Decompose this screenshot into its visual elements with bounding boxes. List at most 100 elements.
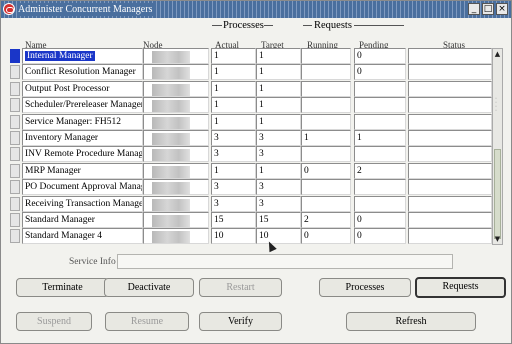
- cell-running[interactable]: [301, 146, 351, 163]
- scroll-down-arrow-icon[interactable]: ▼: [493, 234, 502, 244]
- cell-pending[interactable]: 2: [354, 162, 406, 179]
- cell-running[interactable]: [301, 113, 351, 130]
- cell-actual[interactable]: 1: [211, 48, 256, 64]
- close-button[interactable]: ×: [496, 3, 508, 15]
- table-row[interactable]: Standard Manager 15 15 2 0: [9, 212, 492, 228]
- requests-button[interactable]: Requests: [415, 277, 506, 298]
- cell-name[interactable]: Conflict Resolution Manager: [22, 64, 143, 81]
- cell-target[interactable]: 3: [256, 195, 301, 212]
- cell-actual[interactable]: 1: [211, 80, 256, 97]
- cell-node[interactable]: [143, 130, 209, 146]
- cell-name[interactable]: Inventory Manager: [22, 130, 143, 146]
- cell-node[interactable]: [143, 179, 209, 196]
- cell-target[interactable]: 1: [256, 162, 301, 179]
- cell-status[interactable]: [408, 48, 492, 64]
- cell-status[interactable]: [408, 146, 492, 163]
- cell-target[interactable]: 1: [256, 97, 301, 114]
- cell-actual[interactable]: 1: [211, 64, 256, 81]
- cell-pending[interactable]: [354, 195, 406, 212]
- record-selector[interactable]: [10, 180, 20, 195]
- cell-pending[interactable]: 0: [354, 64, 406, 81]
- cell-status[interactable]: [408, 80, 492, 97]
- cell-target[interactable]: 15: [256, 212, 301, 228]
- cell-pending[interactable]: [354, 80, 406, 97]
- table-row[interactable]: Internal Manager 1 1 0: [9, 48, 492, 64]
- scroll-thumb[interactable]: [494, 149, 501, 239]
- cell-target[interactable]: 1: [256, 64, 301, 81]
- cell-running[interactable]: [301, 97, 351, 114]
- scroll-up-arrow-icon[interactable]: ▲: [493, 49, 502, 59]
- cell-name[interactable]: Receiving Transaction Manager: [22, 195, 143, 212]
- cell-node[interactable]: [143, 113, 209, 130]
- cell-running[interactable]: [301, 179, 351, 196]
- record-selector[interactable]: [10, 65, 20, 80]
- cell-node[interactable]: [143, 212, 209, 228]
- record-selector[interactable]: [10, 81, 20, 96]
- cell-status[interactable]: [408, 228, 492, 245]
- cell-actual[interactable]: 15: [211, 212, 256, 228]
- cell-name[interactable]: PO Document Approval Manager: [22, 179, 143, 196]
- cell-actual[interactable]: 3: [211, 179, 256, 196]
- cell-target[interactable]: 1: [256, 80, 301, 97]
- cell-node[interactable]: [143, 195, 209, 212]
- cell-node[interactable]: [143, 97, 209, 114]
- record-selector[interactable]: [10, 163, 20, 178]
- resume-button[interactable]: Resume: [105, 312, 189, 331]
- cell-node[interactable]: [143, 48, 209, 64]
- cell-actual[interactable]: 10: [211, 228, 256, 245]
- cell-running[interactable]: [301, 80, 351, 97]
- table-row[interactable]: Conflict Resolution Manager 1 1 0: [9, 64, 492, 81]
- cell-status[interactable]: [408, 64, 492, 81]
- cell-running[interactable]: [301, 48, 351, 64]
- table-row[interactable]: PO Document Approval Manager 3 3: [9, 179, 492, 196]
- cell-status[interactable]: [408, 97, 492, 114]
- cell-pending[interactable]: [354, 146, 406, 163]
- table-row[interactable]: Output Post Processor 1 1: [9, 80, 492, 97]
- cell-target[interactable]: 10: [256, 228, 301, 245]
- table-row[interactable]: Standard Manager 4 10 10 0 0: [9, 228, 492, 245]
- cell-pending[interactable]: 0: [354, 212, 406, 228]
- cell-node[interactable]: [143, 162, 209, 179]
- cell-name[interactable]: Standard Manager: [22, 212, 143, 228]
- cell-actual[interactable]: 1: [211, 97, 256, 114]
- refresh-button[interactable]: Refresh: [346, 312, 476, 331]
- cell-pending[interactable]: [354, 113, 406, 130]
- cell-pending[interactable]: 0: [354, 48, 406, 64]
- service-info-field[interactable]: [117, 254, 453, 269]
- record-selector[interactable]: [10, 131, 20, 145]
- suspend-button[interactable]: Suspend: [16, 312, 92, 331]
- cell-pending[interactable]: [354, 179, 406, 196]
- cell-pending[interactable]: 0: [354, 228, 406, 245]
- cell-name[interactable]: Scheduler/Prereleaser Manager: [22, 97, 143, 114]
- restart-button[interactable]: Restart: [199, 278, 282, 297]
- deactivate-button[interactable]: Deactivate: [104, 278, 194, 297]
- table-row[interactable]: Inventory Manager 3 3 1 1: [9, 130, 492, 146]
- cell-running[interactable]: 1: [301, 130, 351, 146]
- cell-node[interactable]: [143, 146, 209, 163]
- cell-status[interactable]: [408, 212, 492, 228]
- cell-target[interactable]: 3: [256, 146, 301, 163]
- cell-target[interactable]: 1: [256, 113, 301, 130]
- cell-actual[interactable]: 3: [211, 195, 256, 212]
- cell-pending[interactable]: 1: [354, 130, 406, 146]
- cell-actual[interactable]: 3: [211, 130, 256, 146]
- record-selector[interactable]: [10, 49, 20, 63]
- cell-status[interactable]: [408, 130, 492, 146]
- cell-node[interactable]: [143, 80, 209, 97]
- cell-status[interactable]: [408, 195, 492, 212]
- record-selector[interactable]: [10, 114, 20, 129]
- processes-button[interactable]: Processes: [319, 278, 411, 297]
- cell-actual[interactable]: 1: [211, 162, 256, 179]
- table-row[interactable]: MRP Manager 1 1 0 2: [9, 162, 492, 179]
- cell-running[interactable]: [301, 195, 351, 212]
- cell-node[interactable]: [143, 64, 209, 81]
- table-vertical-scrollbar[interactable]: ▲ · · · · ▼: [492, 48, 503, 245]
- cell-running[interactable]: 2: [301, 212, 351, 228]
- cell-pending[interactable]: [354, 97, 406, 114]
- cell-actual[interactable]: 3: [211, 146, 256, 163]
- cell-name[interactable]: Internal Manager: [22, 48, 143, 64]
- cell-name[interactable]: MRP Manager: [22, 162, 143, 179]
- cell-status[interactable]: [408, 179, 492, 196]
- record-selector[interactable]: [10, 229, 20, 244]
- table-row[interactable]: Scheduler/Prereleaser Manager 1 1: [9, 97, 492, 114]
